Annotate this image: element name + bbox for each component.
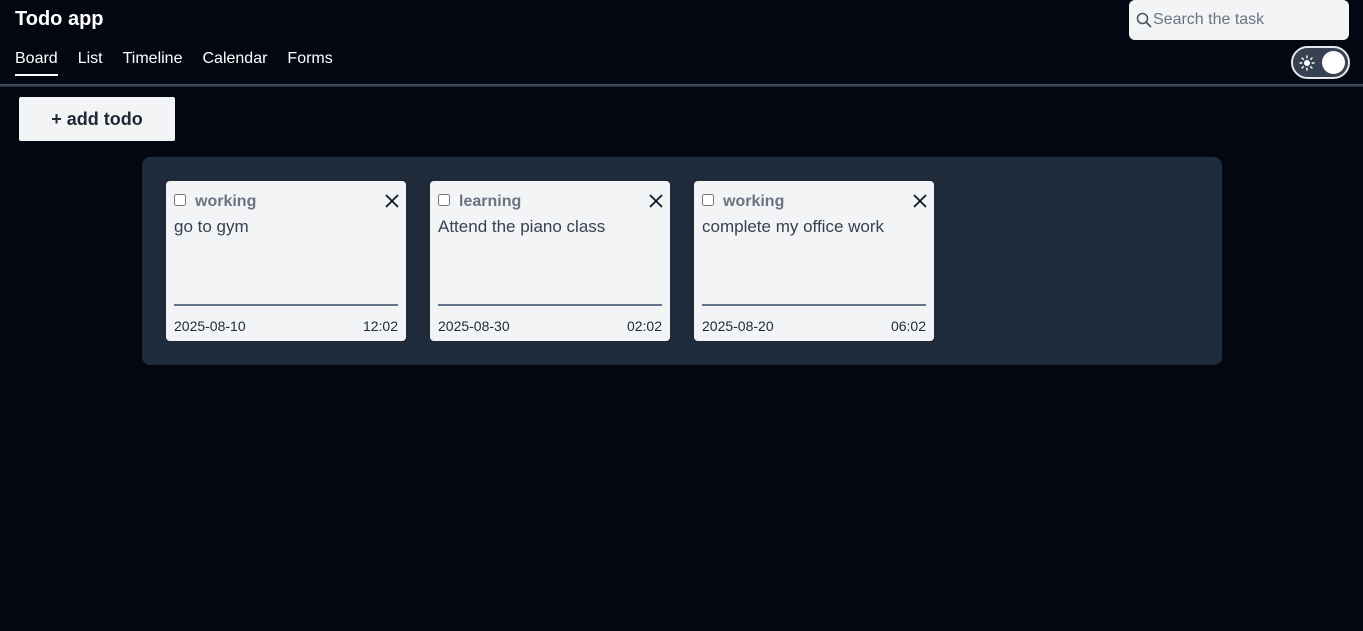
close-icon[interactable]: [648, 193, 664, 209]
add-todo-button[interactable]: + add todo: [19, 97, 175, 141]
todo-time: 06:02: [890, 318, 926, 334]
toggle-knob: [1322, 51, 1345, 74]
tab-calendar[interactable]: Calendar: [202, 50, 267, 76]
search-icon: [1136, 12, 1152, 28]
todo-date: 2025-08-30: [438, 318, 510, 334]
todo-checkbox[interactable]: [174, 194, 186, 206]
app-header: Todo app Board List Timeline Calendar Fo…: [0, 0, 1363, 87]
todo-checkbox[interactable]: [702, 194, 714, 206]
todo-date: 2025-08-20: [702, 318, 774, 334]
card-divider: [438, 304, 662, 306]
tab-timeline[interactable]: Timeline: [123, 50, 183, 76]
tab-board[interactable]: Board: [15, 50, 58, 76]
todo-category: learning: [459, 193, 522, 210]
todo-text: Attend the piano class: [438, 217, 606, 236]
todo-card: working complete my office work 2025-08-…: [694, 181, 934, 341]
todo-category: working: [195, 193, 257, 210]
search-box[interactable]: [1129, 0, 1349, 40]
tab-list[interactable]: List: [78, 50, 103, 76]
todo-text: go to gym: [174, 217, 249, 236]
theme-toggle[interactable]: [1291, 46, 1350, 79]
todo-card: working go to gym 2025-08-10 12:02: [166, 181, 406, 341]
board: working go to gym 2025-08-10 12:02 learn…: [142, 157, 1222, 365]
card-divider: [174, 304, 398, 306]
close-icon[interactable]: [912, 193, 928, 209]
sun-icon: [1299, 55, 1315, 71]
app-title: Todo app: [15, 8, 104, 30]
todo-text: complete my office work: [702, 217, 885, 236]
todo-time: 02:02: [626, 318, 662, 334]
tab-forms[interactable]: Forms: [287, 50, 332, 76]
todo-checkbox[interactable]: [438, 194, 450, 206]
close-icon[interactable]: [384, 193, 400, 209]
nav-tabs: Board List Timeline Calendar Forms: [15, 50, 353, 76]
search-input[interactable]: [1152, 11, 1343, 29]
todo-time: 12:02: [362, 318, 398, 334]
todo-card: learning Attend the piano class 2025-08-…: [430, 181, 670, 341]
todo-category: working: [723, 193, 785, 210]
card-divider: [702, 304, 926, 306]
todo-date: 2025-08-10: [174, 318, 246, 334]
